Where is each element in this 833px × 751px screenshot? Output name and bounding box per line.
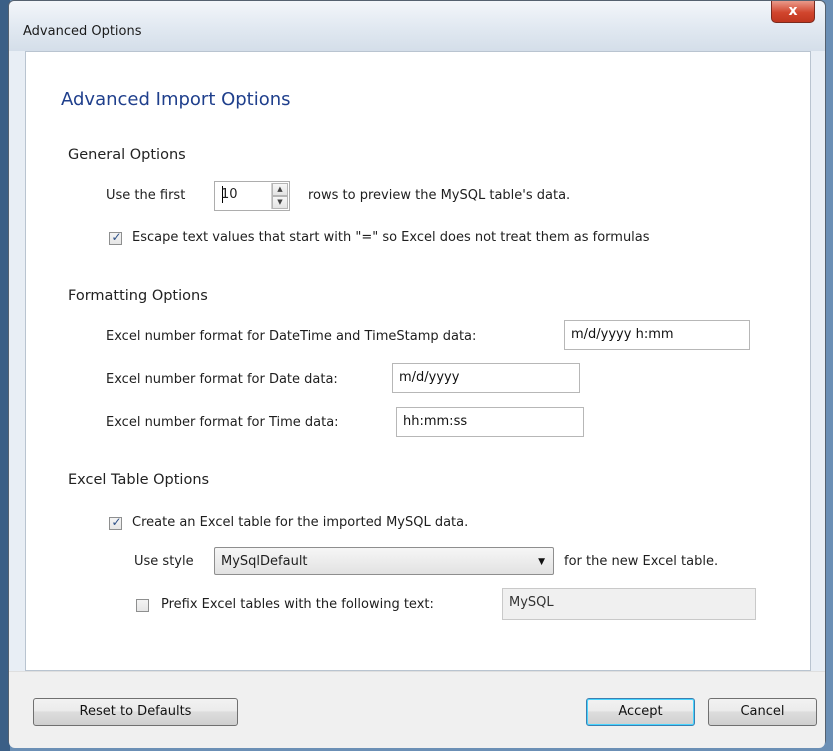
accept-button[interactable]: Accept <box>586 698 695 726</box>
prefix-tables-checkbox[interactable] <box>136 599 149 612</box>
table-options-heading: Excel Table Options <box>68 472 210 488</box>
options-panel: Advanced Import Options General Options … <box>25 51 811 671</box>
escape-formulas-checkbox[interactable]: ✓ <box>109 230 122 245</box>
use-style-suffix: for the new Excel table. <box>564 554 719 569</box>
close-icon: x <box>788 3 798 19</box>
preview-rows-stepper[interactable]: 10 ▲ ▼ <box>214 181 290 211</box>
advanced-options-dialog: Advanced Options x Advanced Import Optio… <box>8 0 826 748</box>
spin-down-button[interactable]: ▼ <box>272 196 288 209</box>
time-format-input[interactable]: hh:mm:ss <box>396 407 584 437</box>
window-title: Advanced Options <box>23 24 142 39</box>
datetime-format-input[interactable]: m/d/yyyy h:mm <box>564 320 750 350</box>
time-format-label: Excel number format for Time data: <box>106 415 339 430</box>
title-bar: Advanced Options x <box>9 1 825 51</box>
chevron-up-icon: ▲ <box>277 185 283 193</box>
create-table-label: Create an Excel table for the imported M… <box>132 515 469 530</box>
close-button[interactable]: x <box>771 1 815 23</box>
checkmark-icon: ✓ <box>111 230 122 244</box>
preview-rows-suffix: rows to preview the MySQL table's data. <box>308 188 571 203</box>
datetime-format-label: Excel number format for DateTime and Tim… <box>106 329 477 344</box>
page-title: Advanced Import Options <box>61 89 291 110</box>
escape-formulas-label: Escape text values that start with "=" s… <box>132 230 650 245</box>
preview-rows-prefix: Use the first <box>106 188 186 203</box>
use-style-label: Use style <box>134 554 194 569</box>
create-table-checkbox[interactable]: ✓ <box>109 515 122 530</box>
prefix-text-input[interactable]: MySQL <box>502 588 756 620</box>
table-style-value: MySqlDefault <box>221 554 308 569</box>
prefix-tables-label: Prefix Excel tables with the following t… <box>161 597 434 612</box>
table-style-dropdown[interactable]: MySqlDefault ▼ <box>214 547 554 575</box>
button-bar: Reset to Defaults Accept Cancel <box>9 671 825 748</box>
date-format-input[interactable]: m/d/yyyy <box>392 363 580 393</box>
cancel-button[interactable]: Cancel <box>708 698 817 726</box>
reset-to-defaults-button[interactable]: Reset to Defaults <box>33 698 238 726</box>
stepper-buttons: ▲ ▼ <box>271 183 288 209</box>
general-options-heading: General Options <box>68 147 186 163</box>
chevron-down-icon: ▼ <box>277 198 283 206</box>
preview-rows-value: 10 <box>221 187 238 202</box>
formatting-options-heading: Formatting Options <box>68 288 208 304</box>
date-format-label: Excel number format for Date data: <box>106 372 338 387</box>
dropdown-arrow-icon: ▼ <box>538 557 545 567</box>
checkmark-icon: ✓ <box>111 515 122 529</box>
spin-up-button[interactable]: ▲ <box>272 183 288 196</box>
